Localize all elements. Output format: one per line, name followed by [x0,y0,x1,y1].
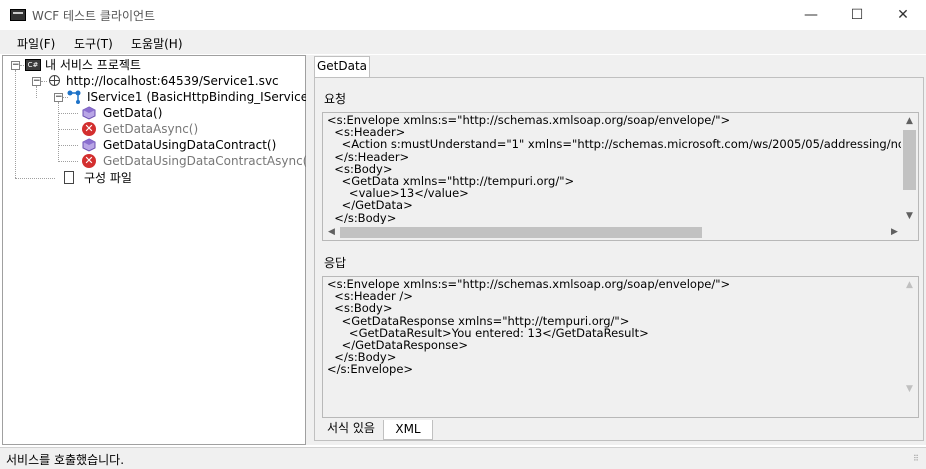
error-icon: ✕ [81,153,97,169]
tab-strip: GetData [312,55,926,77]
scroll-right-icon[interactable]: ▶ [886,224,903,240]
status-bar: 서비스를 호출했습니다. ⠿ [0,447,926,469]
operation-icon [81,105,97,121]
request-horizontal-scrollbar[interactable]: ◀ ▶ [323,224,903,240]
scroll-thumb[interactable] [903,130,916,190]
menu-tools[interactable]: 도구(T) [74,35,113,52]
maximize-button[interactable]: ☐ [834,0,880,30]
tree-line [15,178,55,179]
tree-node-label: 내 서비스 프로젝트 [45,58,141,72]
request-vertical-scrollbar[interactable]: ▲ ▼ [901,113,918,225]
response-vertical-scrollbar[interactable]: ▲ ▼ [901,277,918,417]
scroll-down-icon[interactable]: ▼ [901,208,918,225]
minimize-button[interactable]: — [788,0,834,30]
menu-bar: 파일(F) 도구(T) 도움말(H) [0,30,926,54]
status-text: 서비스를 호출했습니다. [6,453,125,467]
collapse-toggle[interactable]: − [11,61,20,70]
close-button[interactable]: ✕ [880,0,926,30]
tree-line [58,102,59,162]
service-tree: − C# 내 서비스 프로젝트 − http://localhost:64539… [2,55,320,445]
tree-line [36,86,37,98]
tab-xml[interactable]: XML [383,420,433,440]
error-icon: ✕ [81,121,97,137]
tree-line [58,145,78,146]
scroll-up-icon[interactable]: ▲ [901,113,918,130]
request-xml-view[interactable]: <s:Envelope xmlns:s="http://schemas.xmls… [322,112,919,241]
scroll-up-icon[interactable]: ▲ [901,277,918,294]
window-title: WCF 테스트 클라이언트 [32,9,156,23]
tree-line [58,113,78,114]
response-label: 응답 [324,256,347,270]
tree-line [15,70,16,178]
scroll-down-icon[interactable]: ▼ [901,381,918,398]
scroll-left-icon[interactable]: ◀ [323,224,340,240]
contract-icon [66,89,82,105]
tab-content: 요청 <s:Envelope xmlns:s="http://schemas.x… [314,77,924,441]
menu-help[interactable]: 도움말(H) [131,35,183,52]
tree-line [58,129,78,130]
response-xml-view[interactable]: <s:Envelope xmlns:s="http://schemas.xmls… [322,276,919,418]
config-file-icon [61,170,77,186]
request-xml-text: <s:Envelope xmlns:s="http://schemas.xmls… [327,113,919,225]
collapse-toggle[interactable]: − [32,77,41,86]
tab-formatted[interactable]: 서식 있음 [319,419,383,439]
tree-node-label: GetDataUsingDataContractAsync() [103,154,313,168]
tree-line [58,161,78,162]
menu-file[interactable]: 파일(F) [17,35,55,52]
request-label: 요청 [324,92,347,106]
tree-node-label: http://localhost:64539/Service1.svc [66,74,279,88]
tree-node-label: 구성 파일 [84,171,132,185]
tree-node-label: IService1 (BasicHttpBinding_IService1) [87,90,321,104]
globe-icon [47,73,63,89]
tree-node-label: GetDataAsync() [103,122,199,136]
tab-getdata[interactable]: GetData [314,56,370,77]
wcf-app-icon [10,9,26,21]
operation-panel: GetData 요청 <s:Envelope xmlns:s="http://s… [312,55,926,445]
scroll-thumb[interactable] [340,227,702,238]
resize-grip-icon[interactable]: ⠿ [913,455,923,466]
collapse-toggle[interactable]: − [54,93,63,102]
tree-node-label: GetDataUsingDataContract() [103,138,277,152]
service-project-icon: C# [25,57,41,73]
operation-icon [81,137,97,153]
response-xml-text: <s:Envelope xmlns:s="http://schemas.xmls… [327,277,731,377]
title-bar: WCF 테스트 클라이언트 — ☐ ✕ [0,0,926,30]
tree-node-label: GetData() [103,106,163,120]
